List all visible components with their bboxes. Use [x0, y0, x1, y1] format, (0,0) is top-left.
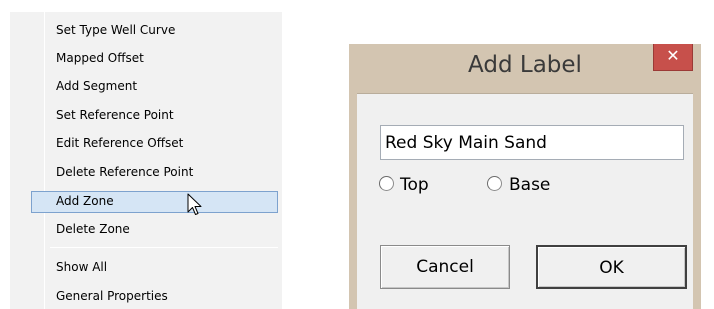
- ok-button[interactable]: OK: [536, 245, 687, 289]
- menu-item-edit-reference-offset[interactable]: Edit Reference Offset: [56, 134, 183, 152]
- radio-base-label: Base: [509, 175, 551, 195]
- context-menu: Set Type Well Curve Mapped Offset Add Se…: [10, 12, 282, 309]
- radio-top-label: Top: [400, 175, 429, 195]
- radio-top-circle[interactable]: [379, 176, 394, 191]
- menu-item-delete-reference-point[interactable]: Delete Reference Point: [56, 163, 193, 181]
- radio-top[interactable]: Top: [379, 174, 459, 198]
- menu-item-add-segment[interactable]: Add Segment: [56, 77, 137, 95]
- menu-item-mapped-offset[interactable]: Mapped Offset: [56, 49, 144, 67]
- menu-item-general-properties[interactable]: General Properties: [56, 287, 168, 305]
- dialog-frame-left: [349, 44, 357, 309]
- menu-item-show-all[interactable]: Show All: [56, 258, 107, 276]
- cancel-button[interactable]: Cancel: [380, 245, 510, 289]
- arrow-cursor-icon: [187, 193, 202, 215]
- close-button[interactable]: ✕: [653, 44, 693, 71]
- menu-item-add-zone[interactable]: Add Zone: [56, 192, 114, 210]
- dialog-client-area: Top Base Cancel OK: [357, 93, 693, 309]
- menu-item-delete-zone[interactable]: Delete Zone: [56, 220, 130, 238]
- add-label-dialog: Add Label ✕ Top Base Cancel OK: [349, 44, 701, 309]
- radio-base[interactable]: Base: [487, 174, 577, 198]
- menu-icon-gutter: [44, 12, 45, 309]
- menu-item-set-type-well-curve[interactable]: Set Type Well Curve: [56, 21, 175, 39]
- dialog-title: Add Label: [468, 52, 582, 78]
- label-text-input[interactable]: [380, 125, 684, 160]
- menu-separator: [50, 247, 278, 248]
- menu-item-set-reference-point[interactable]: Set Reference Point: [56, 106, 174, 124]
- dialog-frame-right: [693, 44, 701, 309]
- close-icon: ✕: [666, 46, 680, 65]
- radio-base-circle[interactable]: [487, 176, 502, 191]
